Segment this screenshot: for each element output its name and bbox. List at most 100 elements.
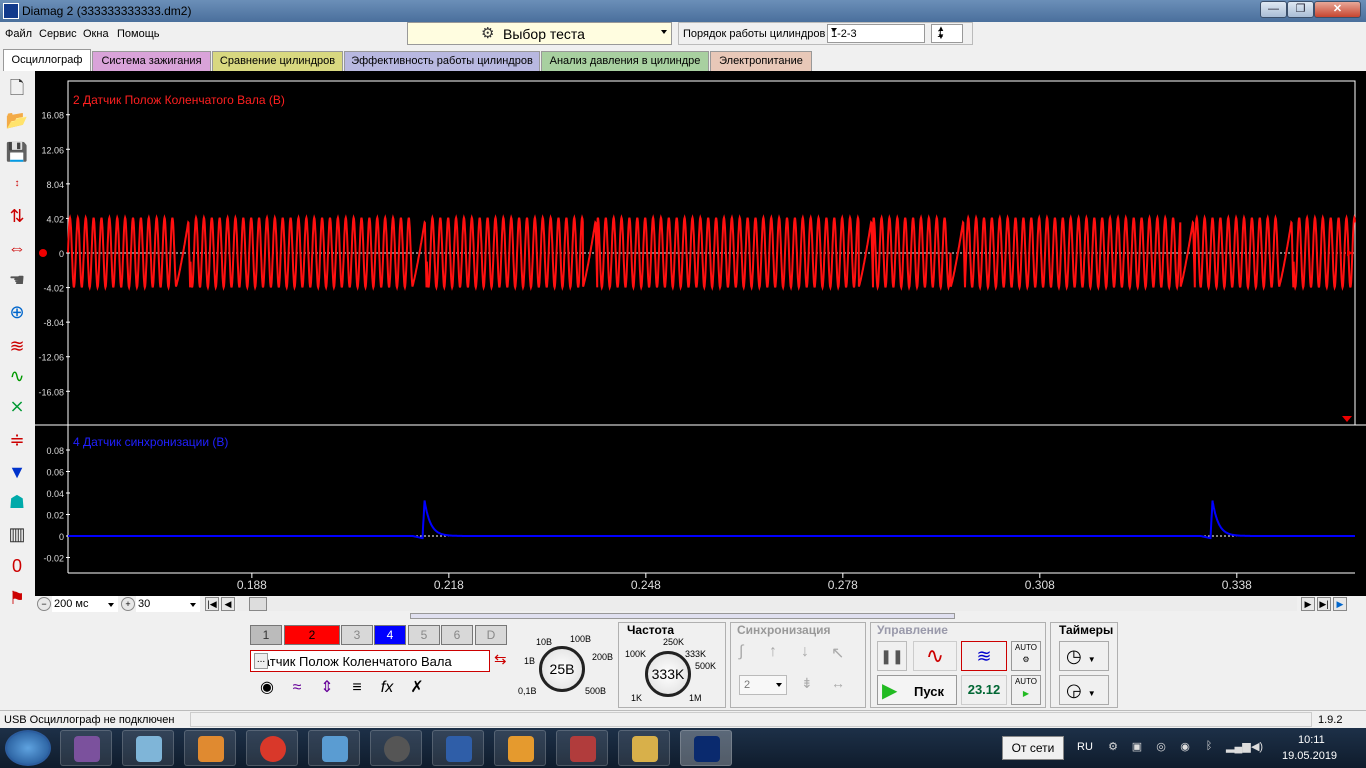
channel-1-button[interactable]: 1 (250, 625, 282, 645)
function-icon[interactable]: fx (374, 676, 400, 700)
minimize-button[interactable]: — (1260, 1, 1287, 18)
sync-up-icon[interactable]: ↑ (769, 643, 777, 661)
scroll-thumb[interactable] (249, 597, 267, 611)
menu-file[interactable]: Файл (5, 28, 32, 40)
taskbar-diamag[interactable] (184, 730, 236, 766)
marker-icon[interactable]: ⚑ (4, 585, 30, 611)
taskbar-calculator[interactable] (308, 730, 360, 766)
horizontal-scale-icon[interactable]: ⇔ (4, 235, 30, 261)
zoom-out-icon[interactable]: − (37, 597, 51, 611)
scroll-down-marker[interactable] (1342, 416, 1352, 422)
frames-select[interactable]: 30 (136, 596, 200, 612)
menu-windows[interactable]: Окна (83, 28, 109, 40)
save-icon[interactable]: 💾 (4, 139, 30, 165)
last-frame-icon[interactable]: ▶| (1317, 597, 1331, 611)
sensor-swap-icon[interactable]: ⇆ (494, 650, 514, 672)
noise-icon[interactable]: ≋ (961, 641, 1007, 671)
voltage-knob[interactable]: 25В (539, 646, 585, 692)
scroll-track[interactable] (237, 597, 1297, 611)
sync-down-icon[interactable]: ↓ (801, 643, 809, 661)
new-file-icon[interactable]: 🗋 (4, 75, 30, 101)
channels-stack-icon[interactable]: ∿ (4, 363, 30, 389)
tray-app-icon[interactable]: ⚙ (1106, 740, 1120, 754)
cylinder-icon[interactable]: ☗ (4, 489, 30, 515)
tab-oscilloscope[interactable]: Осциллограф (3, 49, 91, 71)
tab-cylinder-compare[interactable]: Сравнение цилиндров (212, 51, 343, 71)
zoom-in-icon[interactable]: + (121, 597, 135, 611)
sine-icon[interactable]: ∿ (913, 641, 957, 671)
taskbar-camera[interactable] (370, 730, 422, 766)
start-button[interactable]: ▶ Пуск (877, 675, 957, 705)
sensor-browse-button[interactable]: ... (254, 653, 268, 669)
taskbar-chrome[interactable] (246, 730, 298, 766)
play-icon[interactable]: ▶ (1333, 597, 1347, 611)
taskbar-word[interactable] (432, 730, 484, 766)
first-frame-icon[interactable]: |◀ (205, 597, 219, 611)
waveform-icon[interactable]: ≈ (284, 676, 310, 700)
bluetooth-icon[interactable]: ᛒ (1202, 740, 1216, 754)
maximize-button[interactable]: ❐ (1287, 1, 1314, 18)
next-frame-icon[interactable]: ▶ (1301, 597, 1315, 611)
menu-help[interactable]: Помощь (117, 28, 160, 40)
sensor-name-field[interactable]: Датчик Полож Коленчатого Вала ... (250, 650, 490, 672)
test-select-dropdown[interactable]: ⚙ Выбор теста (407, 22, 672, 45)
network-button[interactable]: От сети (1002, 736, 1064, 760)
zoom-icon[interactable]: ⊕ (4, 299, 30, 325)
cylinder-count-stepper[interactable]: 1 ▲ ▼ (931, 24, 963, 43)
tools-icon[interactable]: ✗ (404, 676, 430, 700)
tab-ignition[interactable]: Система зажигания (92, 51, 211, 71)
start-button[interactable] (5, 730, 51, 766)
sync-width-icon[interactable]: ↔ (831, 675, 845, 691)
taskbar-explorer[interactable] (618, 730, 670, 766)
sync-level-icon[interactable]: ⇟ (801, 675, 813, 692)
pause-icon[interactable]: ❚❚ (877, 641, 907, 671)
tab-cylinder-efficiency[interactable]: Эффективность работы цилиндров (344, 51, 540, 71)
zero-icon[interactable]: 0 (4, 553, 30, 579)
sync-cursor-icon[interactable]: ↖ (831, 643, 844, 663)
channel-3-button[interactable]: 3 (341, 625, 373, 645)
tab-pressure-analysis[interactable]: Анализ давления в цилиндре (541, 51, 709, 71)
taskbar-scope[interactable] (680, 730, 732, 766)
channel-level-marker[interactable] (39, 249, 47, 257)
taskbar-pdf[interactable] (556, 730, 608, 766)
tray-camera-icon[interactable]: ◎ (1154, 740, 1168, 754)
filter-icon[interactable]: ▼ (4, 459, 30, 485)
oscilloscope-display[interactable]: 2 Датчик Полож Коленчатого Вала (В) 4 Да… (35, 71, 1366, 599)
channel-6-button[interactable]: 6 (441, 625, 473, 645)
vertical-scale-icon[interactable]: ⇅ (4, 203, 30, 229)
channel-4-button[interactable]: 4 (374, 625, 406, 645)
cylinder-order-select[interactable]: 1-2-3 (827, 24, 925, 43)
tab-power-supply[interactable]: Электропитание (710, 51, 812, 71)
auto-sync-button[interactable]: AUTO ⚙ (1011, 641, 1041, 671)
volume-icon[interactable]: ◀) (1250, 740, 1264, 754)
channel-d-button[interactable]: D (475, 625, 507, 645)
auto-scale-icon[interactable]: ↕ (4, 171, 30, 197)
lines-icon[interactable]: ≡ (344, 676, 370, 700)
timebase-select[interactable]: 200 мс (52, 596, 118, 612)
hand-pan-icon[interactable]: ☚ (4, 267, 30, 293)
channel-2-button[interactable]: 2 (284, 625, 340, 645)
clock-time[interactable]: 10:11 (1298, 734, 1325, 746)
taskbar-notes[interactable] (122, 730, 174, 766)
invert-icon[interactable]: ⇕ (314, 676, 340, 700)
close-button[interactable]: ✕ (1314, 1, 1361, 18)
timer-start-button[interactable]: ◷ ▼ (1059, 641, 1109, 671)
sync-channel-select[interactable]: 2 (739, 675, 787, 695)
prev-frame-icon[interactable]: ◀ (221, 597, 235, 611)
auto-play-button[interactable]: AUTO ▶ (1011, 675, 1041, 705)
taskbar-eye[interactable] (494, 730, 546, 766)
panel-splitter[interactable] (410, 613, 955, 619)
channels-separate-icon[interactable]: ⨯ (4, 393, 30, 419)
tray-folder-icon[interactable]: ▣ (1130, 740, 1144, 754)
sync-rise-icon[interactable]: ∫ (739, 643, 743, 661)
language-indicator[interactable]: RU (1077, 741, 1093, 753)
open-folder-icon[interactable]: 📂 (4, 107, 30, 133)
menu-service[interactable]: Сервис (39, 28, 77, 40)
table-icon[interactable]: ▥ (4, 521, 30, 547)
eye-icon[interactable]: ◉ (254, 676, 280, 700)
tray-viber-icon[interactable]: ◉ (1178, 740, 1192, 754)
channels-overlay-icon[interactable]: ≋ (4, 333, 30, 359)
taskbar-viber[interactable] (60, 730, 112, 766)
signal-icon[interactable]: ▂▄▆ (1226, 740, 1251, 754)
cursor-level-icon[interactable]: ≑ (4, 427, 30, 453)
